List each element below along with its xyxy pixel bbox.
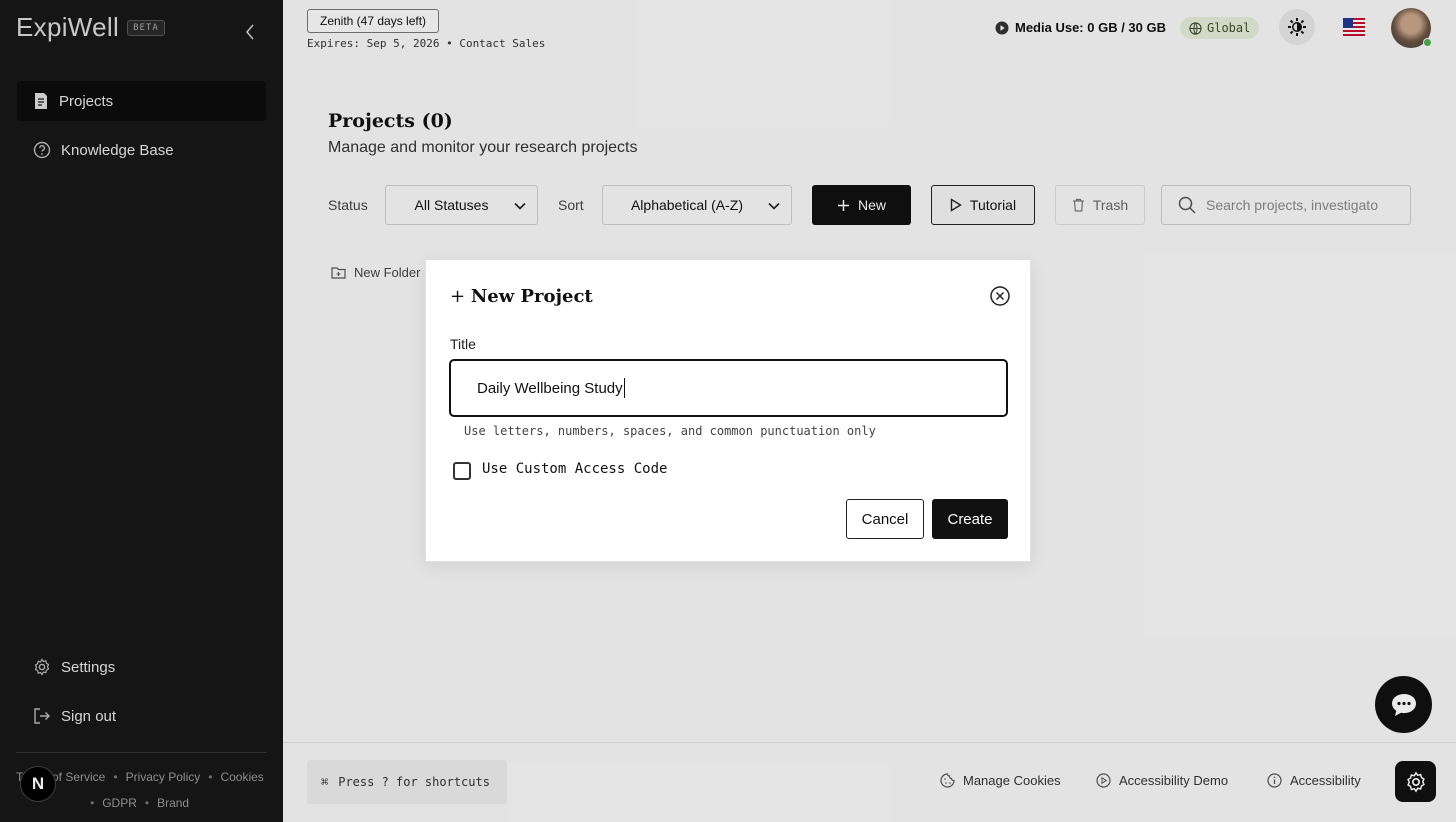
new-project-dialog: + New Project Title Daily Wellbeing Stud… — [425, 259, 1031, 562]
custom-access-code-label[interactable]: Use Custom Access Code — [482, 461, 667, 477]
title-input[interactable]: Daily Wellbeing Study — [449, 359, 1008, 417]
create-button[interactable]: Create — [932, 499, 1008, 539]
title-field-label: Title — [450, 336, 476, 352]
dialog-title: + New Project — [450, 286, 593, 307]
title-input-value: Daily Wellbeing Study — [477, 379, 623, 397]
text-cursor — [623, 378, 625, 398]
plus-icon: + — [450, 286, 471, 307]
custom-access-code-checkbox[interactable] — [453, 462, 471, 480]
close-icon[interactable] — [990, 286, 1010, 306]
title-hint: Use letters, numbers, spaces, and common… — [464, 424, 876, 438]
cancel-button[interactable]: Cancel — [846, 499, 924, 539]
